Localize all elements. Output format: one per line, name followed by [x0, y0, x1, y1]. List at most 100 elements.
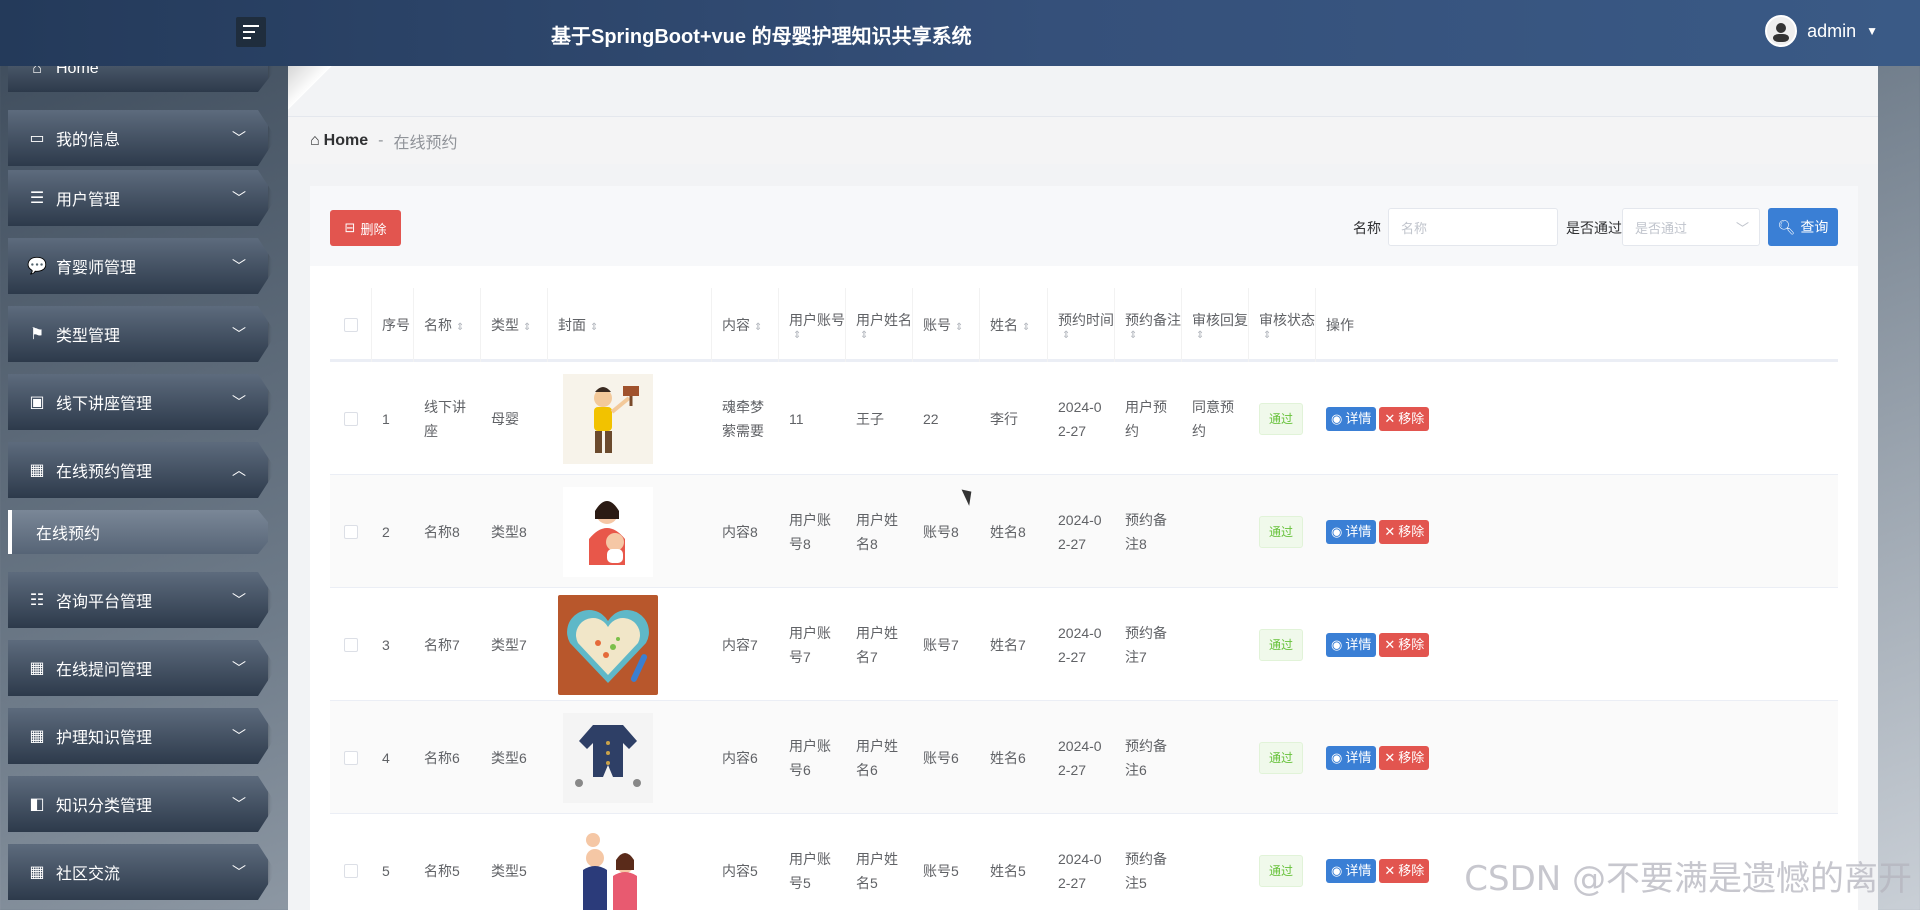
row-checkbox[interactable]: [344, 524, 358, 539]
col-header-status[interactable]: 审核状态 ⇕: [1249, 288, 1316, 362]
col-header-real-name[interactable]: 姓名 ⇕: [980, 288, 1048, 362]
menu-toggle-button[interactable]: [236, 17, 266, 47]
sidebar-item-users[interactable]: ☰ 用户管理 ﹀: [8, 170, 268, 226]
cell-remark: 预约备注7: [1115, 588, 1182, 701]
query-button[interactable]: 🔍︎ 查询: [1768, 208, 1838, 246]
sidebar-item-categories[interactable]: ◧ 知识分类管理 ﹀: [8, 776, 268, 832]
cell-content: 魂牵梦萦需要: [712, 362, 779, 475]
cell-time: 2024-02-27: [1048, 362, 1115, 475]
cell-cover: [548, 475, 712, 588]
col-header-name[interactable]: 名称 ⇕: [414, 288, 481, 362]
sidebar-item-consult[interactable]: ☷ 咨询平台管理 ﹀: [8, 572, 268, 628]
cover-image[interactable]: [558, 594, 658, 695]
cell-text: 用户账号8: [789, 511, 831, 552]
app-title: 基于SpringBoot+vue 的母婴护理知识共享系统: [551, 26, 972, 48]
sort-icon[interactable]: ⇕: [793, 330, 845, 341]
sidebar-subitem-online-booking[interactable]: 在线预约: [8, 510, 268, 554]
sidebar-item-community[interactable]: ▦ 社区交流 ﹀: [8, 844, 268, 900]
cell-account: 账号7: [913, 588, 980, 701]
remove-button[interactable]: ✕ 移除: [1379, 858, 1430, 883]
sidebar-item-lectures[interactable]: ▣ 线下讲座管理 ﹀: [8, 374, 268, 430]
cover-image[interactable]: [558, 369, 658, 469]
detail-button[interactable]: ◉ 详情: [1326, 858, 1377, 883]
sidebar-item-questions[interactable]: ▦ 在线提问管理 ﹀: [8, 640, 268, 696]
user-menu[interactable]: admin ▼: [1765, 15, 1878, 47]
username[interactable]: admin: [1807, 21, 1856, 42]
cell-reply: [1182, 475, 1249, 588]
delete-button[interactable]: ⊟ 删除: [330, 210, 401, 246]
sort-icon[interactable]: ⇕: [1129, 330, 1181, 341]
detail-button[interactable]: ◉ 详情: [1326, 519, 1377, 544]
detail-button[interactable]: ◉ 详情: [1326, 632, 1377, 657]
sort-icon[interactable]: ⇕: [754, 322, 762, 333]
sidebar-item-booking[interactable]: ▦ 在线预约管理 ︿: [8, 442, 268, 498]
cover-image[interactable]: [558, 482, 658, 582]
row-checkbox[interactable]: [344, 750, 358, 765]
col-header-time[interactable]: 预约时间 ⇕: [1048, 288, 1115, 362]
sidebar-item-nannies[interactable]: 💬 育婴师管理 ﹀: [8, 238, 268, 294]
cell-real-name: 姓名6: [980, 701, 1048, 814]
detail-button-label: 详情: [1345, 862, 1372, 878]
cell-user-name: 用户姓名7: [846, 588, 913, 701]
sort-icon[interactable]: ⇕: [955, 322, 963, 333]
remove-button[interactable]: ✕ 移除: [1379, 519, 1430, 544]
cell-remark: 预约备注6: [1115, 701, 1182, 814]
avatar[interactable]: [1765, 15, 1798, 47]
chevron-down-icon: ﹀: [232, 660, 246, 676]
cell-real-name: 姓名8: [980, 475, 1048, 588]
col-header-content[interactable]: 内容 ⇕: [712, 288, 779, 362]
cell-text: 姓名7: [990, 636, 1026, 653]
col-header-type[interactable]: 类型 ⇕: [481, 288, 548, 362]
sort-icon[interactable]: ⇕: [1022, 322, 1030, 333]
cell-text: 名称7: [424, 636, 460, 653]
col-header-user-account[interactable]: 用户账号 ⇕: [779, 288, 846, 362]
col-header-cover[interactable]: 封面 ⇕: [548, 288, 712, 362]
col-header-reply[interactable]: 审核回复 ⇕: [1182, 288, 1249, 362]
sidebar-item-types[interactable]: ⚑ 类型管理 ﹀: [8, 306, 268, 362]
remove-button-label: 移除: [1398, 523, 1425, 539]
sidebar-item-label: 在线提问管理: [56, 662, 153, 679]
remove-button[interactable]: ✕ 移除: [1379, 406, 1430, 431]
cell-reply: [1182, 814, 1249, 910]
sort-icon[interactable]: ⇕: [1196, 330, 1248, 341]
main-panel: ⌂ Home - 在线预约 ⊟ 删除 名称 名称 是否通过 是否通过 ﹀ 🔍︎ …: [288, 66, 1878, 910]
cell-text: 姓名6: [990, 749, 1026, 766]
cover-image[interactable]: [558, 708, 658, 808]
row-checkbox[interactable]: [344, 637, 358, 652]
sidebar-item-my-info[interactable]: ▭ 我的信息 ﹀: [8, 110, 268, 166]
sort-icon[interactable]: ⇕: [1062, 330, 1114, 341]
select-all-checkbox[interactable]: [343, 318, 358, 332]
cover-image[interactable]: [558, 821, 658, 910]
col-header-remark[interactable]: 预约备注 ⇕: [1115, 288, 1182, 362]
sidebar-item-home[interactable]: ⌂ Home: [8, 66, 268, 92]
remove-button[interactable]: ✕ 移除: [1379, 745, 1430, 770]
sort-icon[interactable]: ⇕: [523, 322, 531, 333]
sidebar-item-knowledge[interactable]: ▦ 护理知识管理 ﹀: [8, 708, 268, 764]
pass-select[interactable]: 是否通过 ﹀: [1622, 208, 1760, 246]
row-checkbox[interactable]: [344, 863, 358, 878]
sort-icon[interactable]: ⇕: [860, 330, 912, 341]
row-checkbox[interactable]: [344, 411, 358, 426]
col-header-user-name[interactable]: 用户姓名 ⇕: [846, 288, 913, 362]
chevron-down-icon: ﹀: [232, 728, 246, 744]
name-input[interactable]: 名称: [1388, 208, 1558, 246]
sort-icon[interactable]: ⇕: [456, 322, 464, 333]
cell-text: 预约备注6: [1125, 737, 1167, 778]
cell-reply: [1182, 701, 1249, 814]
detail-button[interactable]: ◉ 详情: [1326, 745, 1377, 770]
cell-text: 账号6: [923, 749, 959, 766]
col-header-account[interactable]: 账号 ⇕: [913, 288, 980, 362]
caret-down-icon[interactable]: ▼: [1866, 24, 1878, 38]
grid-icon: ▦: [29, 728, 45, 745]
remove-button[interactable]: ✕ 移除: [1379, 632, 1430, 657]
sort-icon[interactable]: ⇕: [1263, 330, 1315, 341]
detail-button[interactable]: ◉ 详情: [1326, 406, 1377, 431]
menu-icon: [243, 25, 259, 39]
query-button-label: 查询: [1800, 219, 1829, 235]
table-row: 2 名称8 类型8 内容8 用户账号8 用户姓名8 账号8 姓名8 2024-02-27 预约备注…: [330, 475, 1838, 588]
cell-text: 姓名8: [990, 523, 1026, 540]
cell-type: 母婴: [481, 362, 548, 475]
breadcrumb-home[interactable]: ⌂ Home: [310, 132, 368, 150]
sidebar-item-label: 咨询平台管理: [56, 594, 153, 611]
sort-icon[interactable]: ⇕: [590, 322, 598, 333]
